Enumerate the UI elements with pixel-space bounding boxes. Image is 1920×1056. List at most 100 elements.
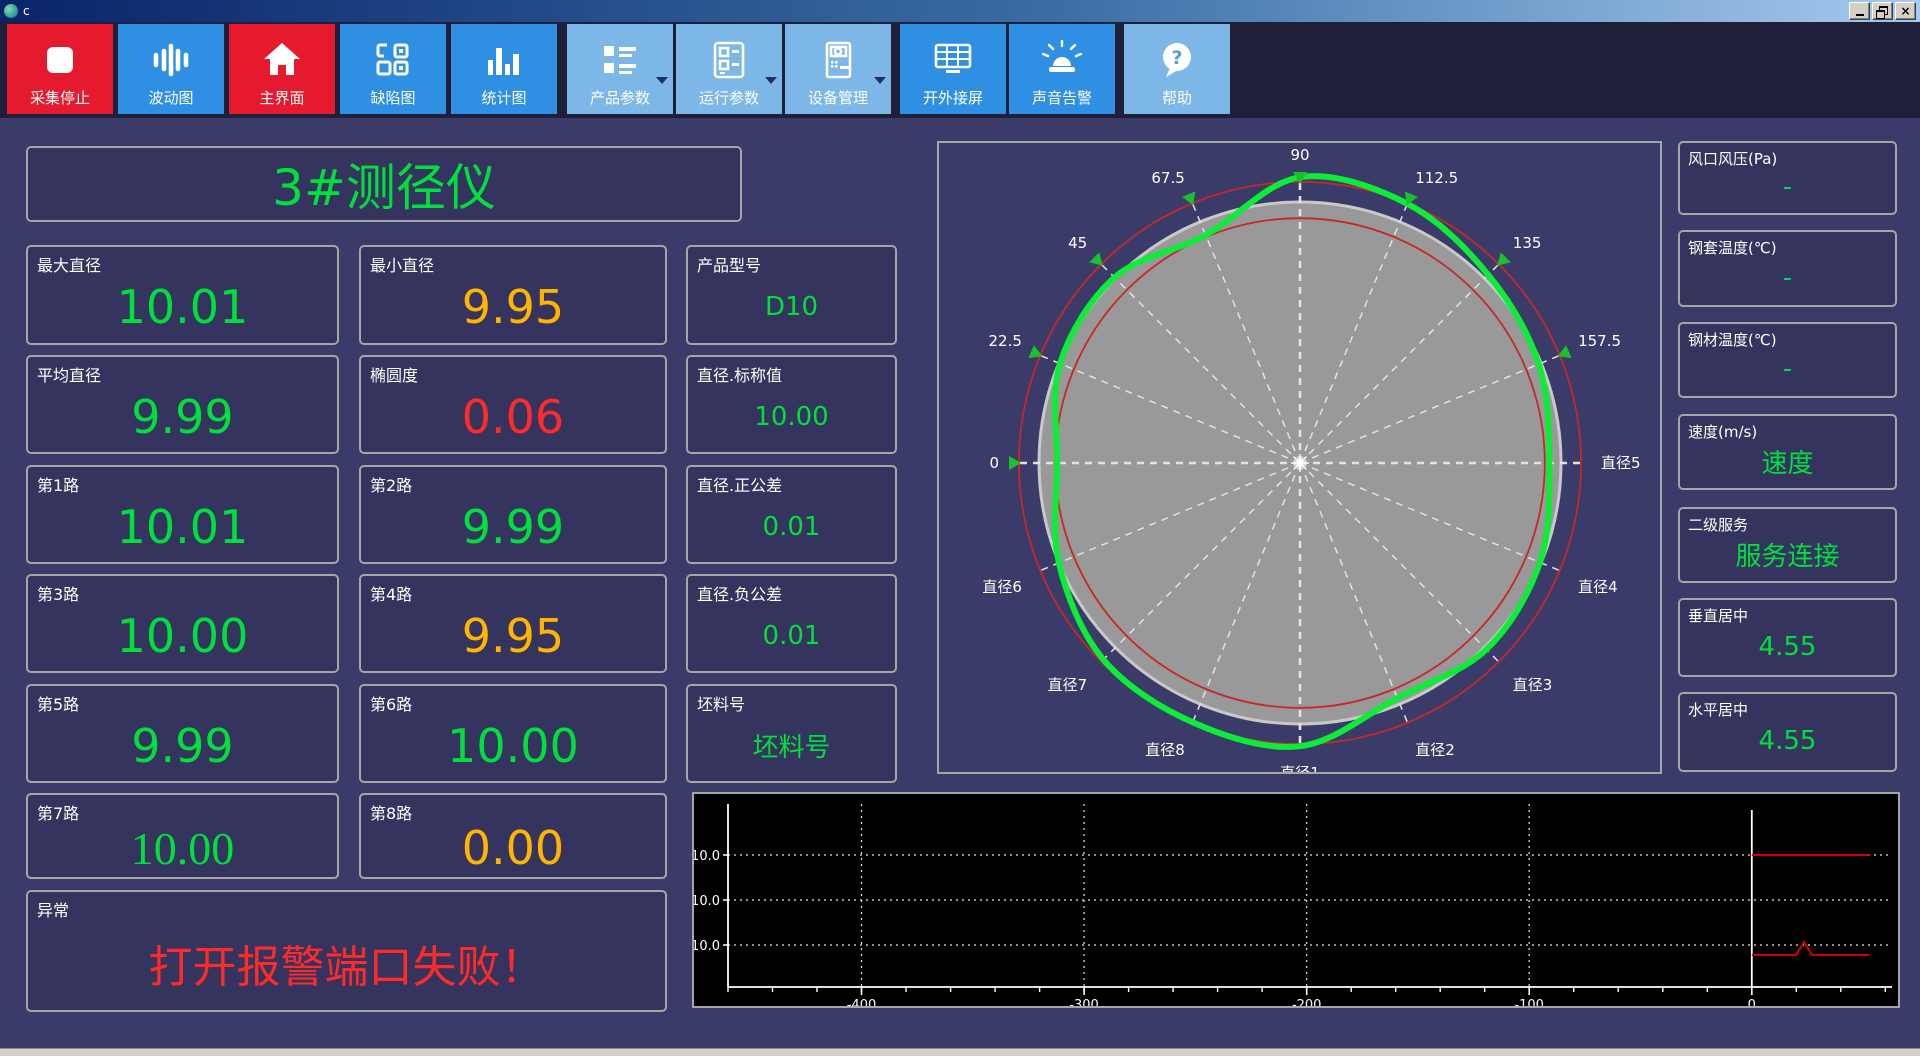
alarm-message: 打开报警端口失败！ (148, 942, 545, 993)
titlebar: c × (0, 0, 1920, 22)
waveform-icon (149, 38, 193, 82)
toolbar-button-2[interactable]: 波动图 (118, 24, 224, 114)
svg-text:0: 0 (989, 454, 999, 472)
stat-value: 0.01 (762, 620, 821, 651)
svg-text:10.0: 10.0 (694, 894, 720, 909)
toolbar-button-6[interactable]: 产品参数 (567, 24, 673, 114)
stat-value: 10.01 (116, 499, 249, 554)
stat-value: 0.06 (461, 389, 565, 444)
stat-box-椭圆度: 椭圆度 0.06 (359, 355, 667, 454)
toolbar-button-10[interactable]: 声音告警 (1009, 24, 1115, 114)
toolbar-button-label: 缺陷图 (370, 89, 416, 107)
window-title: c (23, 4, 30, 18)
stat-value: 9.99 (461, 499, 565, 554)
info-value: - (1782, 172, 1793, 202)
svg-text:直径4: 直径4 (1578, 578, 1618, 596)
stat-value: 10.00 (130, 822, 235, 874)
app-window: c × 采集停止 波动图 主界面 缺陷图 统计图 产品参数 运行参数 设备管理 开外接屏 声音告警… (0, 0, 1920, 1056)
toolbar: 采集停止 波动图 主界面 缺陷图 统计图 产品参数 运行参数 设备管理 开外接屏 声音告警? 帮助 (0, 22, 1920, 118)
svg-text:直径5: 直径5 (1601, 454, 1641, 472)
svg-text:-200: -200 (1292, 998, 1322, 1006)
stat-value: 0.00 (461, 821, 565, 875)
stat-box-第2路: 第2路 9.99 (359, 465, 667, 564)
stat-value: 10.00 (754, 401, 829, 432)
info-box-钢套温度(℃): 钢套温度(℃) - (1678, 230, 1897, 307)
svg-text:157.5: 157.5 (1578, 332, 1621, 350)
toolbar-button-label: 统计图 (481, 89, 527, 107)
toolbar-button-label: 声音告警 (1031, 89, 1092, 107)
svg-text:10.0: 10.0 (694, 849, 720, 864)
toolbar-button-8[interactable]: 设备管理 (785, 24, 891, 114)
stat-value: 9.95 (461, 608, 565, 663)
svg-text:67.5: 67.5 (1151, 169, 1184, 187)
info-box-水平居中: 水平居中 4.55 (1678, 692, 1897, 772)
svg-text:-100: -100 (1514, 998, 1544, 1006)
stat-box-坯料号: 坯料号 坯料号 (686, 684, 897, 783)
svg-text:直径7: 直径7 (1048, 676, 1088, 694)
stat-value: 坯料号 (752, 733, 831, 763)
svg-text:直径8: 直径8 (1145, 741, 1185, 759)
toolbar-button-1[interactable]: 采集停止 (7, 24, 113, 114)
toolbar-button-11[interactable]: ? 帮助 (1124, 24, 1230, 114)
toolbar-button-label: 主界面 (259, 89, 305, 107)
toolbar-button-4[interactable]: 缺陷图 (340, 24, 446, 114)
svg-text:?: ? (1171, 47, 1182, 69)
stat-value: 10.01 (116, 280, 249, 334)
restore-icon (1876, 5, 1888, 19)
window-bottom-frame (0, 1048, 1920, 1056)
stat-box-平均直径: 平均直径 9.99 (26, 355, 339, 454)
toolbar-button-label: 开外接屏 (922, 89, 983, 107)
run-params-icon (707, 38, 751, 82)
stat-box-直径.正公差: 直径.正公差 0.01 (686, 465, 897, 564)
stat-box-第4路: 第4路 9.95 (359, 574, 667, 673)
stat-box-第5路: 第5路 9.99 (26, 684, 339, 783)
stat-box-第6路: 第6路 10.00 (359, 684, 667, 783)
stat-value: 10.00 (116, 608, 249, 663)
toolbar-button-label: 设备管理 (807, 89, 868, 107)
svg-text:90: 90 (1290, 146, 1309, 164)
toolbar-button-7[interactable]: 运行参数 (676, 24, 782, 114)
info-value: 4.55 (1758, 726, 1817, 756)
info-value: 服务连接 (1735, 541, 1840, 572)
info-value: - (1782, 262, 1793, 293)
svg-text:22.5: 22.5 (988, 332, 1021, 350)
info-value: 4.55 (1758, 631, 1817, 662)
stat-box-第1路: 第1路 10.01 (26, 465, 339, 564)
stat-value: 0.01 (762, 511, 821, 542)
close-button[interactable]: × (1895, 2, 1916, 20)
close-icon: × (1900, 4, 1911, 18)
stat-box-直径.负公差: 直径.负公差 0.01 (686, 574, 897, 673)
toolbar-button-label: 运行参数 (698, 89, 759, 107)
alarm-box: 异常 打开报警端口失败！ (26, 890, 667, 1012)
toolbar-button-9[interactable]: 开外接屏 (900, 24, 1006, 114)
gauge-title: 3#测径仪 (26, 146, 742, 222)
dropdown-caret-icon (765, 77, 777, 84)
polar-profile-chart: 0 22.5 45 67.5 90 112.5 135 157.5 直径5 直径4 直径3 直径2 直径… (937, 141, 1662, 782)
trend-chart: 10.0 10.0 10.0 -400 -300 -200 -100 0 (691, 792, 1900, 1013)
info-value: - (1782, 354, 1793, 384)
info-box-速度(m/s): 速度(m/s) 速度 (1678, 414, 1897, 490)
svg-text:直径6: 直径6 (982, 578, 1022, 596)
toolbar-button-5[interactable]: 统计图 (451, 24, 557, 114)
toolbar-button-label: 产品参数 (589, 89, 650, 107)
sound-alarm-icon (1040, 38, 1084, 82)
toolbar-button-label: 波动图 (148, 89, 194, 107)
stat-box-第7路: 第7路 10.00 (26, 793, 339, 879)
restore-button[interactable] (1872, 2, 1893, 20)
home-icon (260, 38, 304, 82)
svg-text:112.5: 112.5 (1415, 169, 1458, 187)
defect-map-icon (371, 38, 415, 82)
toolbar-button-3[interactable]: 主界面 (229, 24, 335, 114)
dropdown-caret-icon (656, 77, 668, 84)
app-icon (4, 4, 18, 18)
external-screen-icon (931, 38, 975, 82)
stat-value: 9.95 (461, 280, 565, 334)
toolbar-button-label: 帮助 (1161, 89, 1192, 107)
stat-box-直径.标称值: 直径.标称值 10.00 (686, 355, 897, 454)
stat-value: 9.99 (131, 718, 234, 773)
svg-text:135: 135 (1513, 234, 1542, 252)
svg-text:10.0: 10.0 (694, 939, 720, 954)
info-box-垂直居中: 垂直居中 4.55 (1678, 598, 1897, 677)
info-value: 速度 (1761, 448, 1814, 479)
minimize-button[interactable] (1849, 2, 1870, 20)
